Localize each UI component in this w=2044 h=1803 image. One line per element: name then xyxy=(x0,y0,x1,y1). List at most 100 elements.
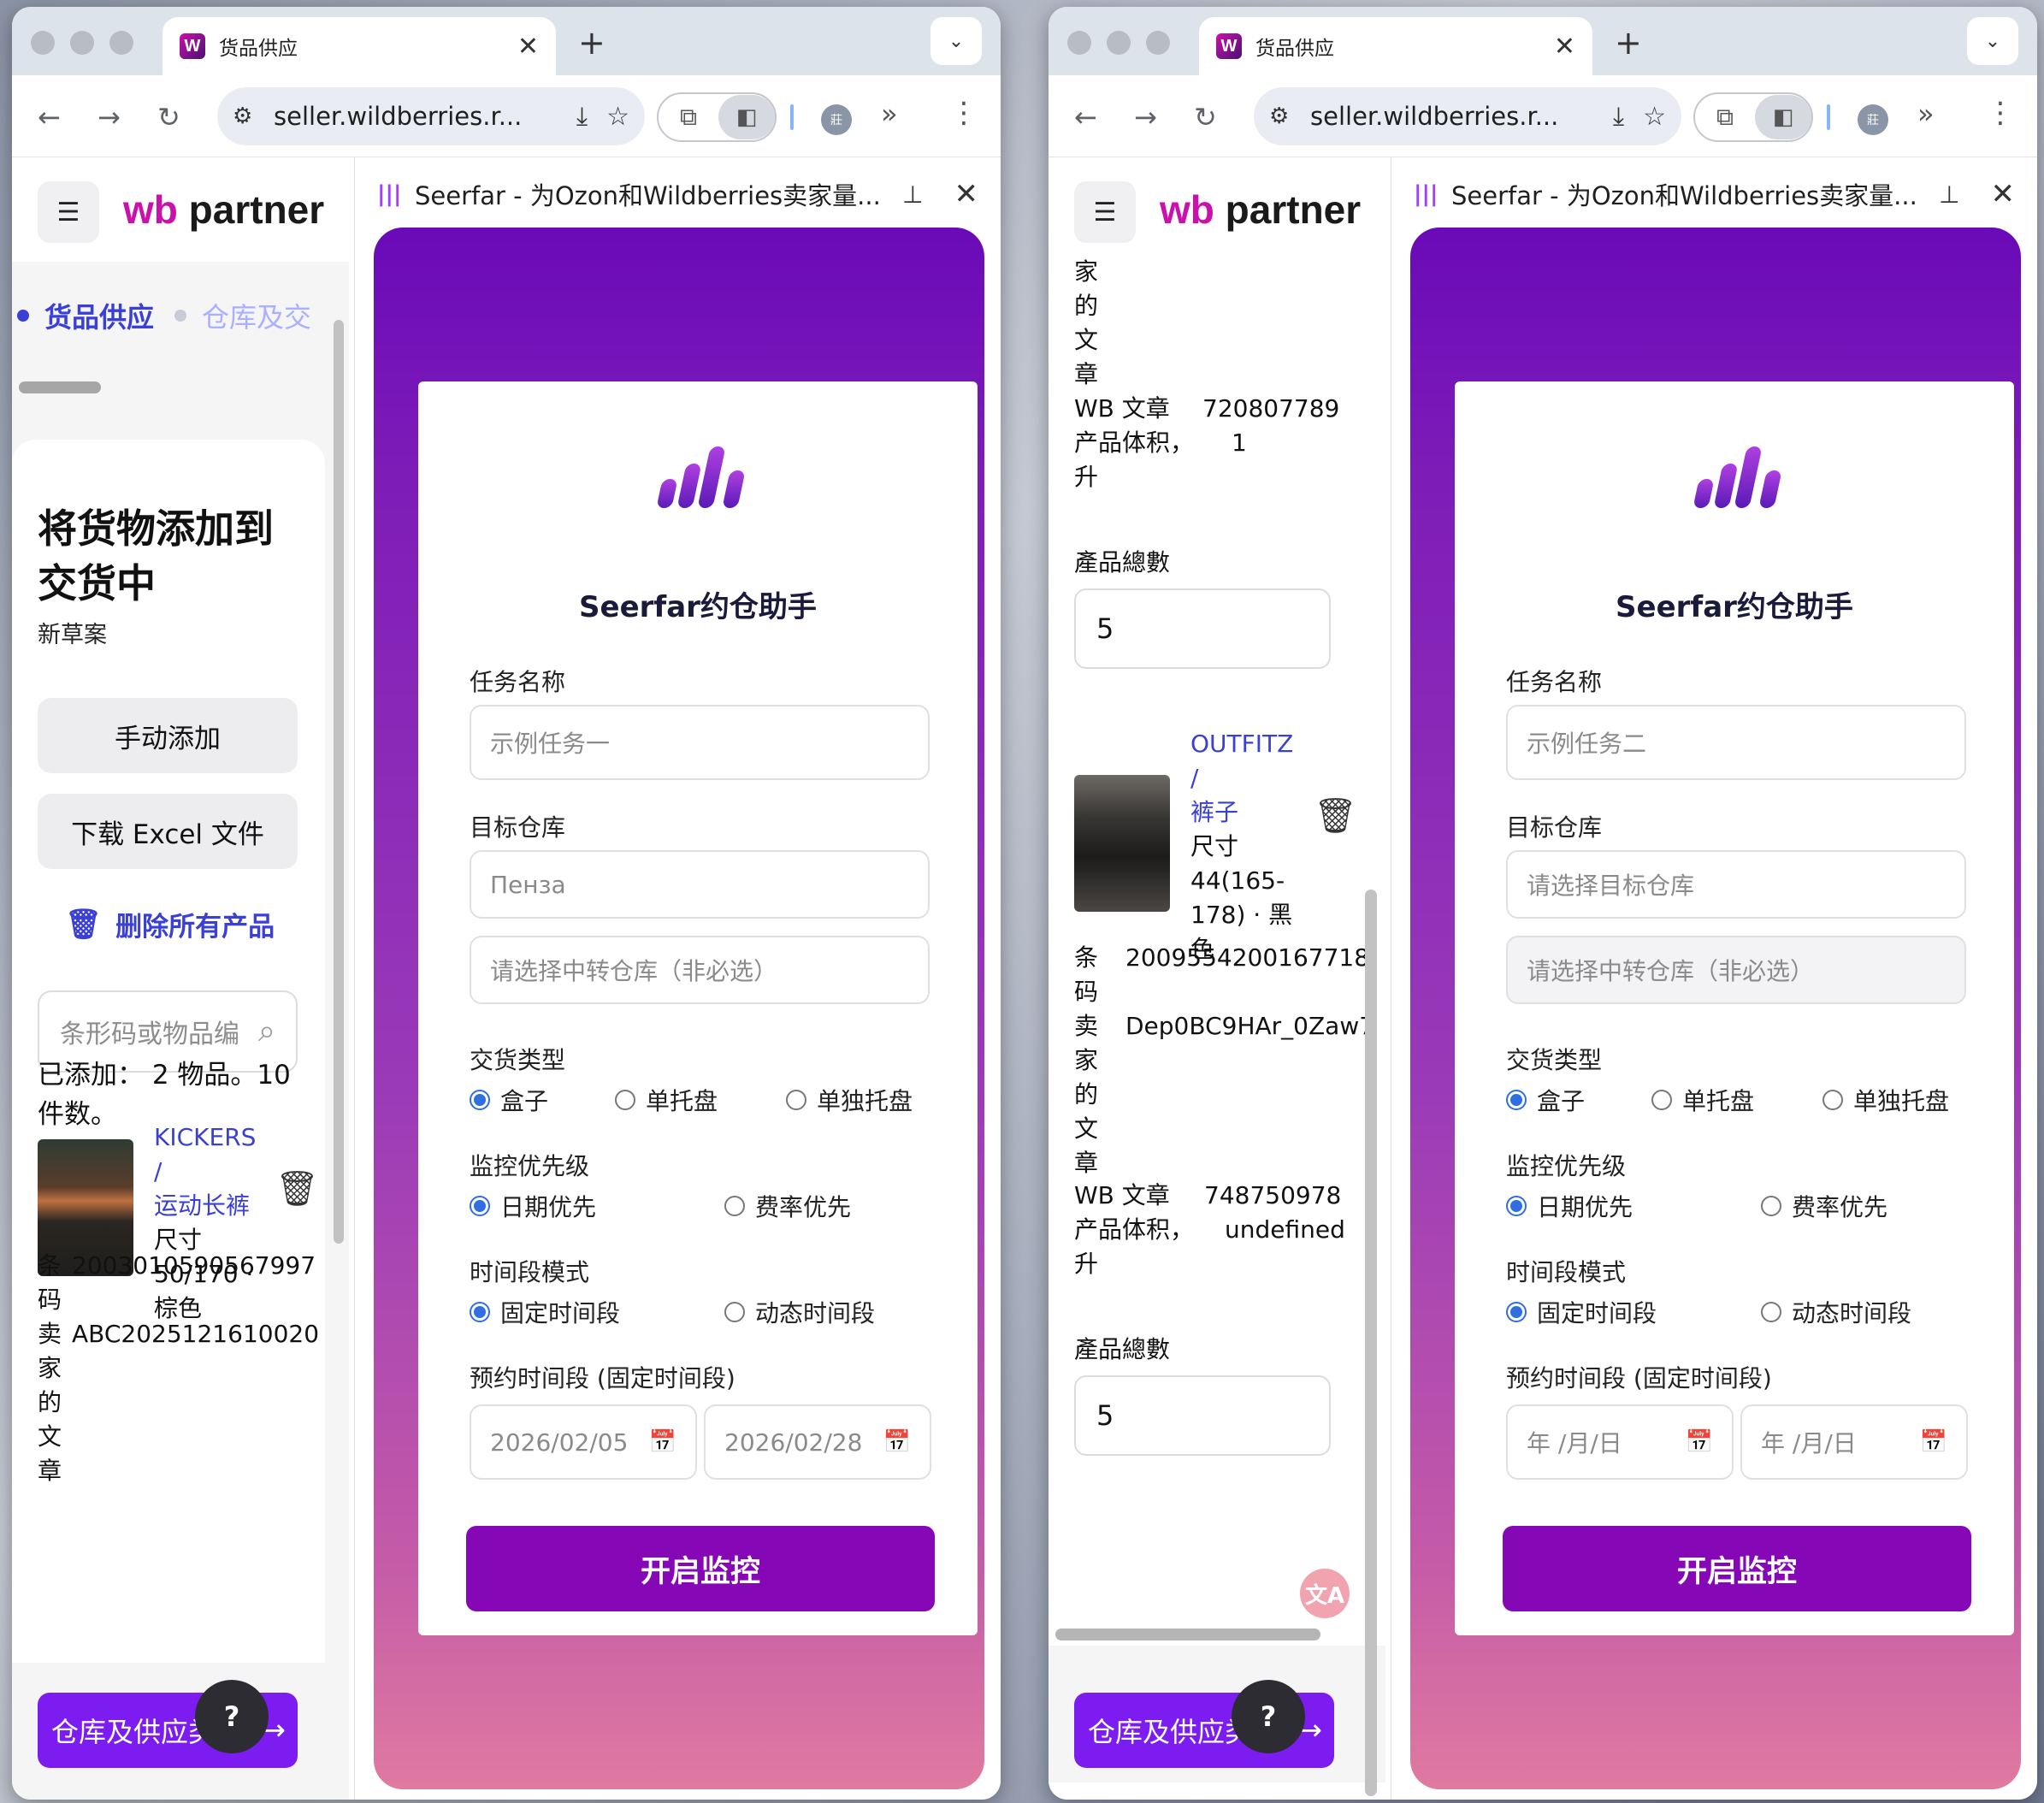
start-monitoring-button[interactable]: 开启监控 xyxy=(466,1526,935,1611)
more-extensions-icon[interactable]: » xyxy=(1917,98,1935,130)
tab-search-chevron-icon[interactable]: ⌄ xyxy=(930,17,982,65)
date-from-input[interactable]: 年 /月/日 📅 xyxy=(1506,1404,1734,1480)
help-button[interactable]: ? xyxy=(195,1680,269,1753)
radio-fixed-slot[interactable]: 固定时间段 xyxy=(1506,1295,1657,1329)
task-name-input[interactable]: 示例任务二 xyxy=(1506,705,1966,780)
site-settings-icon[interactable]: ⚙ xyxy=(1269,103,1303,129)
delete-product-trash-icon[interactable]: 🗑 xyxy=(1314,795,1357,836)
radio-dynamic-slot[interactable]: 动态时间段 xyxy=(724,1295,875,1329)
radio-date-first[interactable]: 日期优先 xyxy=(1506,1189,1633,1223)
bookmark-star-icon[interactable]: ☆ xyxy=(606,102,629,132)
radio-separate-pallet[interactable]: 单独托盘 xyxy=(786,1083,913,1117)
new-tab-button[interactable]: + xyxy=(1615,24,1642,62)
tab-search-chevron-icon[interactable]: ⌄ xyxy=(1967,17,2018,65)
close-window-button[interactable] xyxy=(1067,31,1091,55)
pin-icon[interactable]: ⊥ xyxy=(902,180,923,209)
profile-avatar[interactable]: 莊 xyxy=(821,104,852,135)
browser-tab[interactable]: W 货品供应 ✕ xyxy=(162,17,556,75)
start-monitoring-button[interactable]: 开启监控 xyxy=(1503,1526,1971,1611)
close-tab-icon[interactable]: ✕ xyxy=(1554,32,1575,62)
transit-warehouse-select[interactable]: 请选择中转仓库（非必选） xyxy=(470,936,930,1004)
close-window-button[interactable] xyxy=(31,31,55,55)
radio-box[interactable]: 盒子 xyxy=(1506,1083,1585,1117)
target-warehouse-select[interactable]: 请选择目标仓库 xyxy=(1506,850,1966,919)
radio-date-first[interactable]: 日期优先 xyxy=(470,1189,596,1223)
extensions-puzzle-icon[interactable]: ⧉ xyxy=(659,103,718,132)
pin-icon[interactable]: ⊥ xyxy=(1939,180,1959,209)
install-app-icon[interactable]: ⤓ xyxy=(1613,102,1624,132)
address-bar[interactable]: ⚙ seller.wildberries.r... ⤓ ☆ xyxy=(1254,87,1681,145)
address-bar[interactable]: ⚙ seller.wildberries.r... ⤓ ☆ xyxy=(217,87,645,145)
close-panel-icon[interactable]: ✕ xyxy=(954,177,979,211)
wb-partner-logo[interactable]: wb partner xyxy=(123,186,324,233)
radio-single-pallet[interactable]: 单托盘 xyxy=(615,1083,718,1117)
new-tab-button[interactable]: + xyxy=(578,24,606,62)
product-brand-link[interactable]: OUTFITZ / 裤子 xyxy=(1190,727,1293,830)
hamburger-menu-icon[interactable]: ☰ xyxy=(38,181,99,243)
help-button[interactable]: ? xyxy=(1232,1680,1305,1753)
barcode-value: 2003010590567997 xyxy=(72,1251,316,1280)
step-goods-supply[interactable]: 货品供应 xyxy=(44,296,154,335)
forward-arrow-icon[interactable]: → xyxy=(97,101,121,133)
reload-icon[interactable]: ↻ xyxy=(1194,101,1217,133)
step-warehouse[interactable]: 仓库及交 xyxy=(202,296,311,335)
page-vertical-scrollbar[interactable] xyxy=(1365,890,1377,1796)
minimize-window-button[interactable] xyxy=(70,31,94,55)
side-panel-icon[interactable]: ◧ xyxy=(1755,95,1811,139)
radio-dynamic-slot[interactable]: 动态时间段 xyxy=(1761,1295,1911,1329)
minimize-window-button[interactable] xyxy=(1107,31,1131,55)
maximize-window-button[interactable] xyxy=(109,31,133,55)
quantity-input[interactable]: 5 xyxy=(1074,588,1331,669)
app-title: Seerfar约仓助手 xyxy=(579,590,817,624)
radio-fixed-slot[interactable]: 固定时间段 xyxy=(470,1295,620,1329)
delete-all-products-button[interactable]: 🗑 删除所有产品 xyxy=(65,905,275,943)
reload-icon[interactable]: ↻ xyxy=(157,101,180,133)
hamburger-menu-icon[interactable]: ☰ xyxy=(1074,181,1136,243)
radio-single-pallet[interactable]: 单托盘 xyxy=(1651,1083,1754,1117)
profile-avatar[interactable]: 莊 xyxy=(1858,104,1888,135)
transit-warehouse-select[interactable]: 请选择中转仓库（非必选） xyxy=(1506,936,1966,1004)
horizontal-scrollbar[interactable] xyxy=(19,381,101,393)
browser-menu-icon[interactable]: ⋮ xyxy=(949,96,978,130)
search-icon[interactable]: ⌕ xyxy=(258,1014,275,1049)
calendar-icon: 📅 xyxy=(1685,1429,1713,1455)
radio-separate-pallet[interactable]: 单独托盘 xyxy=(1822,1083,1949,1117)
install-app-icon[interactable]: ⤓ xyxy=(576,102,588,132)
date-to-input[interactable]: 年 /月/日 📅 xyxy=(1740,1404,1968,1480)
site-settings-icon[interactable]: ⚙ xyxy=(233,103,267,129)
window-controls[interactable] xyxy=(1067,31,1170,55)
horizontal-scrollbar[interactable] xyxy=(1055,1629,1320,1640)
page-vertical-scrollbar[interactable] xyxy=(334,320,344,1244)
product-brand-link[interactable]: KICKERS / 运动长裤 xyxy=(154,1120,265,1223)
download-excel-button[interactable]: 下载 Excel 文件 xyxy=(38,794,298,869)
side-panel-title: Seerfar - 为Ozon和Wildberries卖家量... xyxy=(415,181,881,210)
more-extensions-icon[interactable]: » xyxy=(881,98,898,130)
side-panel-title: Seerfar - 为Ozon和Wildberries卖家量... xyxy=(1451,181,1917,210)
back-arrow-icon[interactable]: ← xyxy=(1074,101,1097,133)
back-arrow-icon[interactable]: ← xyxy=(38,101,61,133)
target-warehouse-select[interactable]: Пенза xyxy=(470,850,930,919)
seerfar-brand-icon xyxy=(1693,446,1782,508)
browser-tab[interactable]: W 货品供应 ✕ xyxy=(1199,17,1592,75)
task-name-input[interactable]: 示例任务一 xyxy=(470,705,930,780)
delete-product-trash-icon[interactable]: 🗑 xyxy=(275,1168,319,1209)
close-tab-icon[interactable]: ✕ xyxy=(517,32,539,62)
wb-partner-logo[interactable]: wb partner xyxy=(1160,186,1361,233)
radio-rate-first[interactable]: 费率优先 xyxy=(1761,1189,1887,1223)
translate-icon[interactable]: 文A xyxy=(1300,1569,1350,1618)
close-panel-icon[interactable]: ✕ xyxy=(1991,177,2016,211)
manual-add-button[interactable]: 手动添加 xyxy=(38,698,298,773)
radio-box[interactable]: 盒子 xyxy=(470,1083,548,1117)
date-from-input[interactable]: 2026/02/05 📅 xyxy=(470,1404,697,1480)
radio-rate-first[interactable]: 费率优先 xyxy=(724,1189,851,1223)
browser-menu-icon[interactable]: ⋮ xyxy=(1986,96,2015,130)
maximize-window-button[interactable] xyxy=(1146,31,1170,55)
slot-label: 预约时间段 (固定时间段) xyxy=(1506,1364,1772,1392)
side-panel-icon[interactable]: ◧ xyxy=(718,95,775,139)
date-to-input[interactable]: 2026/02/28 📅 xyxy=(704,1404,931,1480)
window-controls[interactable] xyxy=(31,31,133,55)
quantity-input[interactable]: 5 xyxy=(1074,1375,1331,1456)
extensions-puzzle-icon[interactable]: ⧉ xyxy=(1695,103,1755,132)
forward-arrow-icon[interactable]: → xyxy=(1134,101,1157,133)
bookmark-star-icon[interactable]: ☆ xyxy=(1643,102,1666,132)
